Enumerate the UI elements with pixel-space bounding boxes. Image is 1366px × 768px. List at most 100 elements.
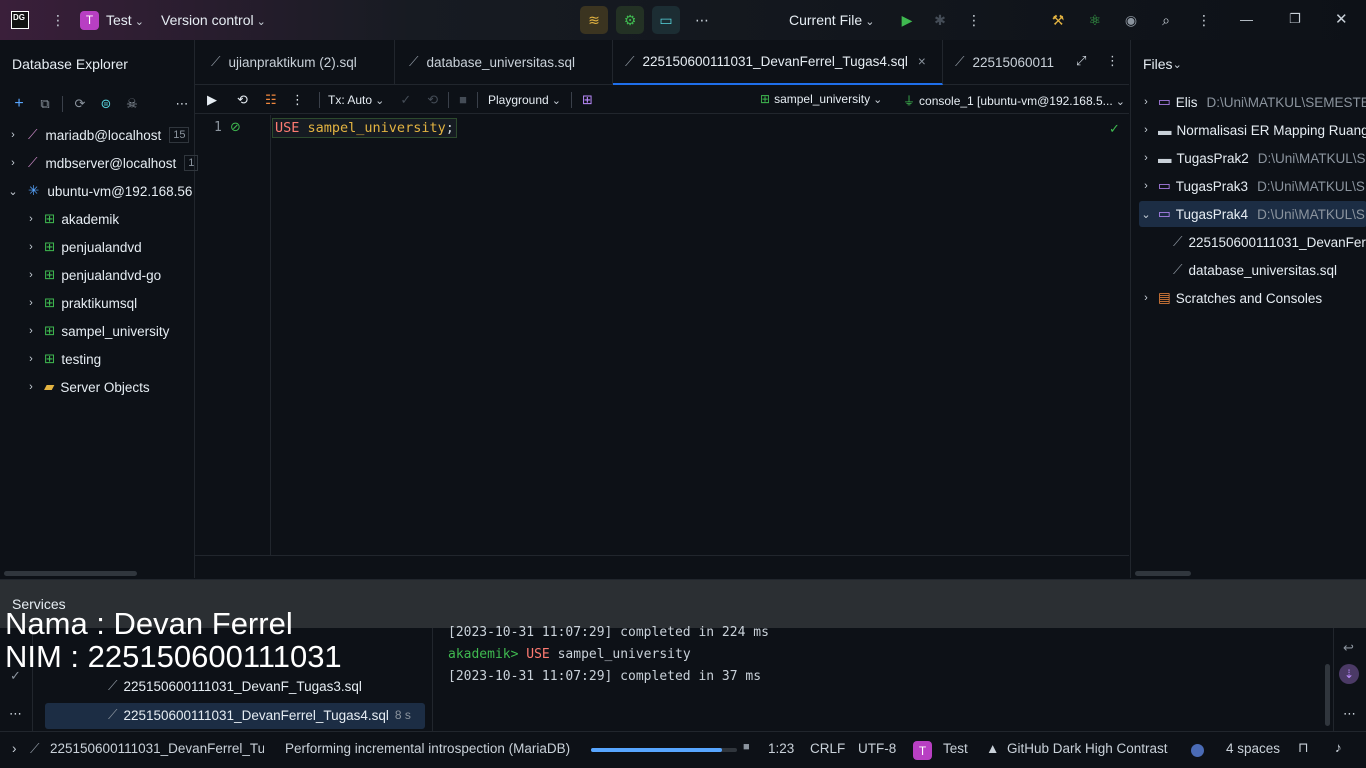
- main-menu-icon[interactable]: ⋮: [44, 6, 72, 34]
- file-item-tugasprak3[interactable]: › ▭ TugasPrak3 D:\Uni\MATKUL\S: [1139, 172, 1365, 200]
- tree-item-mdbserver[interactable]: › ⟋ mdbserver@localhost 1: [6, 149, 199, 177]
- schema-item[interactable]: › ⊞ penjualandvd: [24, 233, 141, 261]
- services-tree-row[interactable]: ⟋ 225150600111031_DevanF_Tugas3.sql: [108, 678, 362, 694]
- chevron-right-icon[interactable]: ›: [1139, 124, 1153, 136]
- execute-icon[interactable]: ▶: [207, 92, 227, 108]
- db-more-icon[interactable]: ⋯: [173, 96, 191, 112]
- skull-icon[interactable]: ☠: [123, 96, 141, 112]
- settings-sliders-icon[interactable]: ☷: [265, 92, 287, 108]
- server-objects-item[interactable]: › ▰ Server Objects: [24, 373, 150, 401]
- status-indicator-icon[interactable]: [1191, 744, 1204, 757]
- file-item-tugas4-sql[interactable]: ⟋ 225150600111031_DevanFer: [1173, 228, 1366, 256]
- chevron-right-icon[interactable]: ›: [1139, 96, 1153, 108]
- readonly-lock-icon[interactable]: ⊓: [1298, 740, 1309, 756]
- tabs-more-icon[interactable]: ⋮: [1106, 53, 1119, 69]
- restore-icon[interactable]: ❐: [1289, 11, 1301, 27]
- services-tree-row[interactable]: ⟋ 225150600111031_DevanFerrel_Tugas4.sql …: [108, 707, 411, 723]
- chevron-right-icon[interactable]: ›: [24, 353, 38, 365]
- tx-mode-selector[interactable]: Tx: Auto: [328, 93, 384, 107]
- chevron-right-icon[interactable]: ›: [1139, 292, 1153, 304]
- indent-setting[interactable]: 4 spaces: [1226, 741, 1280, 756]
- schema-item[interactable]: › ⊞ akademik: [24, 205, 119, 233]
- tab-ujianpraktikum[interactable]: ⟋ ujianpraktikum (2).sql: [195, 40, 395, 84]
- chevron-right-icon[interactable]: ›: [24, 241, 38, 253]
- commit-icon[interactable]: ✓: [400, 92, 411, 108]
- file-item-scratches[interactable]: › ▤ Scratches and Consoles: [1139, 284, 1322, 312]
- chevron-right-icon[interactable]: ›: [6, 157, 20, 169]
- schema-item[interactable]: › ⊞ testing: [24, 345, 101, 373]
- chevron-right-icon[interactable]: ›: [1139, 180, 1153, 192]
- schema-item[interactable]: › ⊞ praktikumsql: [24, 289, 137, 317]
- schema-icon[interactable]: ⊜: [97, 96, 115, 112]
- chevron-right-icon[interactable]: ›: [24, 381, 38, 393]
- chevron-right-icon[interactable]: ›: [24, 325, 38, 337]
- search-icon[interactable]: ⌕: [1152, 6, 1180, 34]
- minimize-icon[interactable]: —: [1240, 12, 1253, 27]
- console-selector[interactable]: ⏚ console_1 [ubuntu-vm@192.168.5...: [903, 92, 1125, 109]
- playground-selector[interactable]: Playground: [488, 93, 561, 107]
- expand-editor-icon[interactable]: ⤢: [1076, 53, 1086, 69]
- schema-selector[interactable]: ⊞ sampel_university: [760, 92, 882, 106]
- tree-item-ubuntu-vm[interactable]: ⌄ ✳ ubuntu-vm@192.168.56: [6, 177, 192, 205]
- project-selector[interactable]: T Test: [80, 10, 144, 30]
- soft-wrap-icon[interactable]: ↩: [1343, 640, 1354, 656]
- files-title[interactable]: Files: [1143, 40, 1182, 88]
- scroll-to-end-icon[interactable]: ⇣: [1339, 664, 1359, 684]
- horizontal-scrollbar[interactable]: [4, 571, 137, 576]
- settings-gear-icon[interactable]: ⚙: [616, 6, 644, 34]
- services-more-icon[interactable]: ⋯: [9, 706, 22, 722]
- copy-icon[interactable]: ⧉: [36, 96, 54, 112]
- console-log[interactable]: [2023-10-31 11:07:29] completed in 224 m…: [448, 622, 769, 688]
- line-separator[interactable]: CRLF: [810, 741, 845, 756]
- toolbar-more-icon[interactable]: ⋮: [291, 92, 311, 108]
- refresh-icon[interactable]: ⟳: [71, 96, 89, 112]
- chevron-right-icon[interactable]: ›: [1139, 152, 1153, 164]
- file-encoding[interactable]: UTF-8: [858, 741, 896, 756]
- ai-assistant-icon[interactable]: ⚛: [1081, 6, 1109, 34]
- run-more-icon[interactable]: ⋮: [960, 6, 988, 34]
- chevron-right-icon[interactable]: ›: [24, 269, 38, 281]
- code-line[interactable]: USE sampel_university;: [272, 118, 457, 138]
- chevron-right-icon[interactable]: ›: [24, 213, 38, 225]
- status-project[interactable]: Test: [943, 741, 968, 756]
- background-task-text[interactable]: Performing incremental introspection (Ma…: [285, 741, 570, 756]
- table-view-icon[interactable]: ⊞: [582, 92, 593, 108]
- console-vertical-scrollbar[interactable]: [1325, 664, 1330, 726]
- file-item-tugasprak4[interactable]: ⌄ ▭ TugasPrak4 D:\Uni\MATKUL\S: [1139, 200, 1364, 228]
- add-icon[interactable]: +: [10, 95, 28, 113]
- history-icon[interactable]: ⟲: [237, 92, 261, 108]
- build-tools-icon[interactable]: ⚒: [1044, 6, 1072, 34]
- chevron-right-icon[interactable]: ›: [24, 297, 38, 309]
- theme-name[interactable]: GitHub Dark High Contrast: [1007, 741, 1168, 756]
- file-item-database-universitas[interactable]: ⟋ database_universitas.sql: [1173, 256, 1337, 284]
- database-icon[interactable]: ≋: [580, 6, 608, 34]
- vcs-menu[interactable]: Version control: [161, 12, 266, 28]
- breadcrumb-chevron-icon[interactable]: ›: [12, 741, 17, 756]
- close-window-icon[interactable]: ✕: [1335, 10, 1348, 28]
- tree-item-mariadb[interactable]: › ⟋ mariadb@localhost 15: [6, 121, 190, 149]
- chevron-down-icon[interactable]: ⌄: [1139, 208, 1153, 221]
- laptop-icon[interactable]: ▭: [652, 6, 680, 34]
- tab-database-universitas[interactable]: ⟋ database_universitas.sql: [395, 40, 613, 84]
- run-icon[interactable]: ▶: [893, 6, 921, 34]
- tab-tugas4-active[interactable]: ⟋ 225150600111031_DevanFerrel_Tugas4.sql …: [613, 40, 943, 85]
- run-config-selector[interactable]: Current File: [789, 12, 874, 28]
- file-item-tugasprak2[interactable]: › ▬ TugasPrak2 D:\Uni\MATKUL\S: [1139, 144, 1365, 172]
- files-horizontal-scrollbar[interactable]: [1135, 571, 1191, 576]
- more-icon[interactable]: ⋯: [688, 6, 716, 34]
- file-item-elis[interactable]: › ▭ Elis D:\Uni\MATKUL\SEMESTER: [1139, 88, 1366, 116]
- schema-item[interactable]: › ⊞ penjualandvd-go: [24, 261, 161, 289]
- schema-item[interactable]: › ⊞ sampel_university: [24, 317, 169, 345]
- close-tab-icon[interactable]: ×: [918, 54, 926, 69]
- notifications-bell-icon[interactable]: ♪: [1335, 740, 1342, 755]
- caret-position[interactable]: 1:23: [768, 741, 794, 756]
- rollback-icon[interactable]: ⟲: [427, 92, 438, 108]
- debug-icon[interactable]: ✱: [926, 6, 954, 34]
- stop-icon[interactable]: ■: [459, 92, 467, 107]
- code-with-me-icon[interactable]: ◉: [1117, 6, 1145, 34]
- tab-truncated[interactable]: ⟋ 22515060011: [943, 40, 1065, 84]
- status-file-breadcrumb[interactable]: 225150600111031_DevanFerrel_Tu: [50, 741, 264, 756]
- chevron-down-icon[interactable]: ⌄: [6, 185, 20, 198]
- stop-task-icon[interactable]: ■: [743, 741, 750, 753]
- chevron-right-icon[interactable]: ›: [6, 129, 20, 141]
